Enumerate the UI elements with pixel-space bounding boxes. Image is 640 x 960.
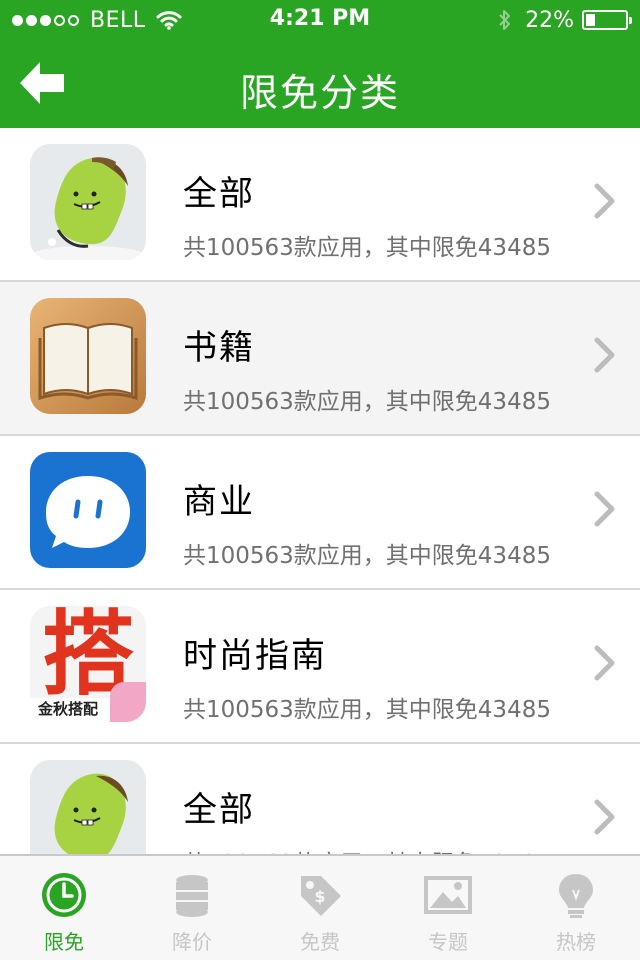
row-subtitle: 共100563款应用，其中限免43485 [183,697,551,723]
tab-limited-free[interactable]: 限免 [0,856,128,960]
page-title: 限免分类 [239,71,400,115]
bean-mascot-icon [30,760,146,854]
tab-label: 限免 [44,930,84,954]
tab-label: 专题 [428,930,468,954]
tab-price-drop[interactable]: 降价 [128,856,256,960]
row-subtitle: 共100563款应用，其中限免43485 [183,844,551,854]
tab-topics[interactable]: 专题 [384,856,512,960]
fashion-app-icon: 搭 金秋搭配 [30,606,146,722]
tab-label: 免费 [300,930,340,954]
picture-icon [424,876,472,914]
open-book-icon [30,298,146,414]
category-row[interactable]: 搭 金秋搭配 时尚指南 共100563款应用，其中限免43485 [0,590,640,744]
row-subtitle: 共100563款应用，其中限免43485 [183,389,551,415]
svg-text:$: $ [314,887,325,906]
tab-label: 热榜 [556,930,596,954]
status-bar: BELL 4:21 PM 22% [0,0,640,40]
tab-bar: 限免 降价 $ 免费 专题 热榜 [0,854,640,960]
fashion-icon-caption: 金秋搭配 [38,700,99,718]
lightbulb-icon [559,874,593,918]
row-subtitle: 共100563款应用，其中限免43485 [183,235,551,261]
row-title: 全部 [183,174,255,214]
battery-icon [582,10,632,30]
row-title: 时尚指南 [183,636,327,676]
chat-bubble-icon [30,452,146,568]
status-right: 22% [497,7,632,33]
bean-mascot-icon [30,144,146,260]
tab-hot-list[interactable]: 热榜 [512,856,640,960]
category-row[interactable]: 商业 共100563款应用，其中限免43485 [0,436,640,590]
chevron-right-icon [594,799,615,835]
row-title: 商业 [183,482,255,522]
row-title: 全部 [183,790,255,830]
category-list[interactable]: 全部 共100563款应用，其中限免43485 书籍 共100563款应用，其中… [0,128,640,854]
chevron-right-icon [594,183,615,219]
category-row[interactable]: 书籍 共100563款应用，其中限免43485 [0,282,640,436]
category-row[interactable]: 全部 共100563款应用，其中限免43485 [0,128,640,282]
tab-free[interactable]: $ 免费 [256,856,384,960]
coin-stack-icon [176,875,208,917]
nav-bar: 限免分类 [0,40,640,128]
chevron-right-icon [594,491,615,527]
row-title: 书籍 [183,328,255,368]
chevron-right-icon [594,337,615,373]
price-tag-icon: $ [301,876,341,916]
bluetooth-icon [499,10,511,30]
clock-icon [42,873,86,917]
battery-percent: 22% [525,7,574,33]
row-subtitle: 共100563款应用，其中限免43485 [183,543,551,569]
tab-label: 降价 [172,930,212,954]
chevron-right-icon [594,645,615,681]
category-row[interactable]: 全部 共100563款应用，其中限免43485 [0,744,640,854]
